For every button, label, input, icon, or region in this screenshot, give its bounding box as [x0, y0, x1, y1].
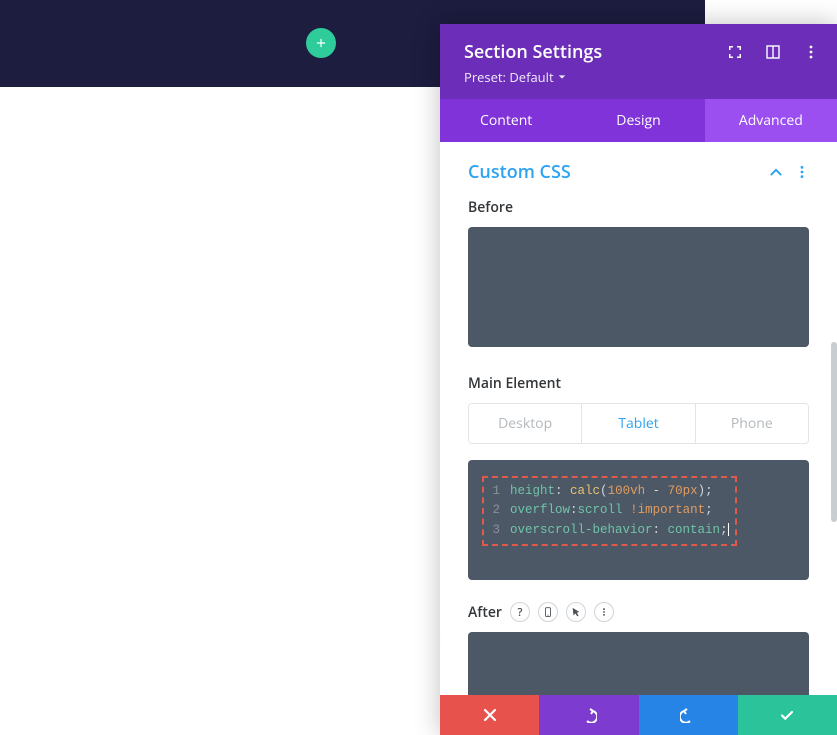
section-more-icon[interactable]	[795, 165, 809, 179]
after-css-input[interactable]	[468, 632, 809, 695]
hover-icon[interactable]	[566, 602, 586, 622]
close-icon	[482, 707, 498, 723]
collapse-icon[interactable]	[769, 165, 783, 179]
before-css-input[interactable]	[468, 227, 809, 347]
undo-icon	[581, 707, 597, 723]
code-line-2: 2 overflow:scroll !important;	[490, 501, 729, 520]
undo-button[interactable]	[539, 695, 638, 735]
close-button[interactable]	[440, 695, 539, 735]
settings-panel: Section Settings Preset: Default Content…	[440, 24, 837, 735]
section-heading-actions	[769, 165, 809, 179]
snap-icon[interactable]	[765, 44, 781, 60]
preset-label: Preset: Default	[464, 68, 554, 86]
save-button[interactable]	[738, 695, 837, 735]
expand-icon[interactable]	[727, 44, 743, 60]
device-tab-desktop[interactable]: Desktop	[469, 404, 581, 443]
chevron-down-icon	[558, 73, 566, 81]
scrollbar-thumb[interactable]	[831, 342, 837, 522]
plus-icon	[314, 36, 328, 50]
section-heading-row: Custom CSS	[468, 160, 809, 184]
more-icon[interactable]	[803, 44, 819, 60]
after-inline-icons: ?	[510, 602, 614, 622]
help-icon[interactable]: ?	[510, 602, 530, 622]
before-label: Before	[468, 198, 809, 217]
tab-design[interactable]: Design	[572, 99, 704, 142]
device-tab-phone[interactable]: Phone	[696, 404, 808, 443]
code-line-1: 1 height: calc(100vh - 70px);	[490, 482, 729, 501]
main-css-editor[interactable]: 1 height: calc(100vh - 70px); 2 overflow…	[468, 460, 809, 580]
panel-header: Section Settings Preset: Default	[440, 24, 837, 99]
responsive-icon[interactable]	[538, 602, 558, 622]
main-element-label: Main Element	[468, 374, 809, 393]
panel-tabs: Content Design Advanced	[440, 99, 837, 142]
device-tab-tablet[interactable]: Tablet	[581, 404, 695, 443]
redo-button[interactable]	[639, 695, 738, 735]
tab-advanced[interactable]: Advanced	[705, 99, 837, 142]
code-line-3: 3 overscroll-behavior: contain;	[490, 521, 729, 540]
after-label-row: After ?	[468, 602, 809, 622]
panel-body: Custom CSS Before Main Element Desktop T…	[440, 142, 837, 695]
field-more-icon[interactable]	[594, 602, 614, 622]
custom-css-heading[interactable]: Custom CSS	[468, 160, 571, 184]
device-tabs: Desktop Tablet Phone	[468, 403, 809, 444]
check-icon	[779, 707, 795, 723]
redo-icon	[680, 707, 696, 723]
preset-dropdown[interactable]: Preset: Default	[464, 68, 566, 86]
panel-header-actions	[727, 44, 819, 60]
highlight-box: 1 height: calc(100vh - 70px); 2 overflow…	[482, 476, 737, 546]
after-label: After	[468, 603, 502, 622]
panel-footer	[440, 695, 837, 735]
tab-content[interactable]: Content	[440, 99, 572, 142]
add-section-button[interactable]	[306, 28, 336, 58]
